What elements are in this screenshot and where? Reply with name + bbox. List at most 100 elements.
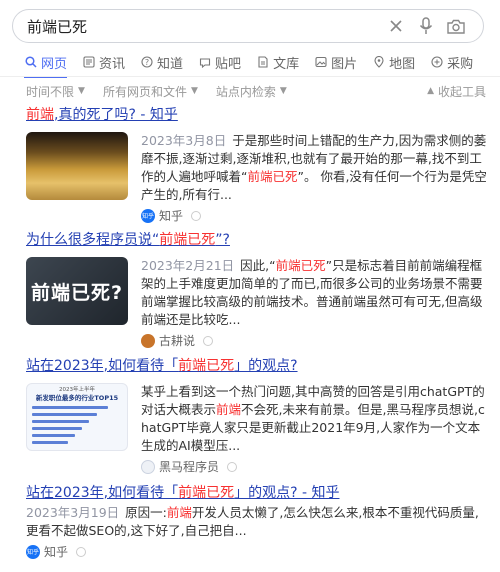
result-source[interactable]: 知乎 知乎: [26, 543, 488, 560]
type-filter[interactable]: 所有网页和文件 ▼: [103, 83, 198, 100]
tab-images[interactable]: 图片: [314, 49, 357, 75]
title-text: ,真的死了吗? - 知乎: [54, 107, 178, 123]
thumbnail-heading: 新发职位最多的行业TOP15: [35, 394, 119, 402]
search-result: 站在2023年,如何看待「前端已死」的观点? 2023年上半年 新发职位最多的行…: [26, 357, 488, 475]
tab-procurement[interactable]: 采购: [430, 49, 473, 75]
search-tabs: 网页 资讯 ? 知道 贴吧 文库 图片 地图 采购: [0, 48, 500, 78]
result-snippet: 2023年2月21日 因此,“前端已死”只是标志着目前前端编程框架的上手难度更加简…: [141, 257, 488, 329]
title-text: 站在2023年,如何看待「: [26, 485, 179, 501]
tab-label: 地图: [389, 56, 416, 72]
search-bar: [12, 9, 484, 43]
snippet-highlight: 前端已死: [247, 169, 298, 184]
more-options-icon[interactable]: [191, 210, 202, 221]
title-text: 站在2023年,如何看待「: [26, 358, 179, 374]
snippet-text: 因此,“: [240, 258, 276, 273]
result-title-link[interactable]: 站在2023年,如何看待「前端已死」的观点?: [26, 357, 488, 375]
result-snippet: 某乎上看到这一个热门问题,其中高赞的回答是引用chatGPT的对话大概表示前端不…: [141, 383, 488, 455]
camera-icon[interactable]: [441, 11, 471, 41]
search-result: 前端,真的死了吗? - 知乎 2023年3月8日 于是那些时间上错配的生产力,因为…: [26, 106, 488, 224]
result-thumbnail[interactable]: [26, 132, 128, 200]
zhihu-logo-icon: 知乎: [26, 544, 40, 559]
site-filter[interactable]: 站点内检索 ▼: [216, 83, 287, 100]
chevron-down-icon: ▼: [190, 86, 198, 96]
cart-icon: [430, 55, 444, 69]
tab-label: 图片: [331, 56, 358, 72]
divider: [0, 76, 500, 77]
result-title-link[interactable]: 前端,真的死了吗? - 知乎: [26, 106, 488, 124]
time-filter-label: 时间不限: [26, 84, 75, 99]
result-thumbnail[interactable]: 前端已死?: [26, 257, 128, 325]
tab-label: 资讯: [99, 56, 126, 72]
source-name: 知乎: [159, 209, 184, 223]
tab-label: 采购: [447, 56, 474, 72]
thumbnail-text: 前端已死?: [30, 281, 124, 304]
tab-news[interactable]: 资讯: [82, 49, 125, 75]
thumbnail-bar: [32, 412, 122, 417]
more-options-icon[interactable]: [203, 335, 214, 346]
title-text: 」的观点? - 知乎: [234, 485, 340, 501]
search-result: 站在2023年,如何看待「前端已死」的观点? - 知乎 2023年3月19日 原因…: [26, 484, 488, 560]
tab-wenku[interactable]: 文库: [256, 49, 299, 75]
result-date: 2023年3月8日: [141, 133, 227, 148]
collapse-tools-label: 收起工具: [437, 84, 486, 99]
thumbnail-caption: 2023年上半年: [59, 387, 95, 393]
news-icon: [82, 55, 96, 69]
collapse-tools-button[interactable]: ▲ 收起工具: [427, 83, 486, 100]
thumbnail-bar: [32, 433, 122, 438]
image-icon: [314, 55, 328, 69]
time-filter[interactable]: 时间不限 ▼: [26, 83, 85, 100]
tab-zhidao[interactable]: ? 知道: [140, 49, 183, 75]
more-options-icon[interactable]: [227, 461, 238, 472]
tab-label: 知道: [157, 56, 184, 72]
result-date: 2023年3月19日: [26, 505, 120, 520]
thumbnail-bar: [32, 426, 122, 431]
snippet-highlight: 前端: [166, 505, 192, 520]
microphone-icon[interactable]: [411, 11, 441, 41]
more-options-icon[interactable]: [76, 546, 87, 557]
zhihu-logo-icon: 知乎: [141, 208, 155, 223]
result-thumbnail[interactable]: 2023年上半年 新发职位最多的行业TOP15: [26, 383, 128, 451]
tab-web[interactable]: 网页: [24, 49, 68, 78]
tab-label: 贴吧: [215, 56, 242, 72]
chevron-down-icon: ▼: [279, 86, 287, 96]
result-source[interactable]: 黑马程序员: [141, 458, 488, 475]
result-title-link[interactable]: 为什么很多程序员说“前端已死”?: [26, 231, 488, 249]
site-filter-label: 站点内检索: [215, 84, 276, 99]
clear-icon[interactable]: [381, 11, 411, 41]
chevron-down-icon: ▼: [78, 86, 85, 96]
source-logo-icon: [141, 333, 155, 348]
search-icon: [24, 55, 38, 69]
title-highlight: 前端: [26, 107, 54, 123]
source-name: 知乎: [44, 545, 69, 559]
result-snippet: 2023年3月19日 原因一:前端开发人员太懒了,怎么快怎么来,根本不重视代码质量…: [26, 504, 488, 540]
tab-tieba[interactable]: 贴吧: [198, 49, 241, 75]
tab-label: 文库: [273, 56, 300, 72]
type-filter-label: 所有网页和文件: [102, 84, 187, 99]
tab-map[interactable]: 地图: [372, 49, 415, 75]
result-date: 2023年2月21日: [141, 258, 235, 273]
snippet-text: 原因一:: [125, 505, 167, 520]
snippet-highlight: 前端: [216, 402, 242, 417]
title-highlight: 前端已死: [178, 485, 235, 501]
title-text: 」的观点?: [234, 358, 298, 374]
title-highlight: 前端已死: [178, 358, 235, 374]
result-title-link[interactable]: 站在2023年,如何看待「前端已死」的观点? - 知乎: [26, 484, 488, 502]
svg-text:?: ?: [145, 58, 149, 67]
source-logo-icon: [141, 459, 155, 474]
title-highlight: 前端已死: [159, 232, 216, 248]
result-source[interactable]: 知乎 知乎: [141, 207, 488, 224]
search-tools: 时间不限 ▼ 所有网页和文件 ▼ 站点内检索 ▼ ▲ 收起工具: [26, 80, 486, 102]
chevron-up-icon: ▲: [427, 86, 434, 96]
result-snippet: 2023年3月8日 于是那些时间上错配的生产力,因为需求侧的萎靡不振,逐渐过剩,逐…: [141, 132, 488, 204]
result-source[interactable]: 古耕说: [141, 332, 488, 349]
search-result: 为什么很多程序员说“前端已死”? 前端已死? 2023年2月21日 因此,“前端已…: [26, 231, 488, 349]
snippet-highlight: 前端已死: [275, 258, 326, 273]
title-text: ”?: [215, 232, 230, 248]
thumbnail-bar: [32, 419, 122, 424]
document-icon: [256, 55, 270, 69]
tab-label: 网页: [41, 56, 68, 72]
title-text: 为什么很多程序员说“: [26, 232, 160, 248]
thumbnail-bar: [32, 440, 122, 445]
search-input[interactable]: [27, 17, 381, 35]
source-name: 黑马程序员: [159, 460, 220, 474]
